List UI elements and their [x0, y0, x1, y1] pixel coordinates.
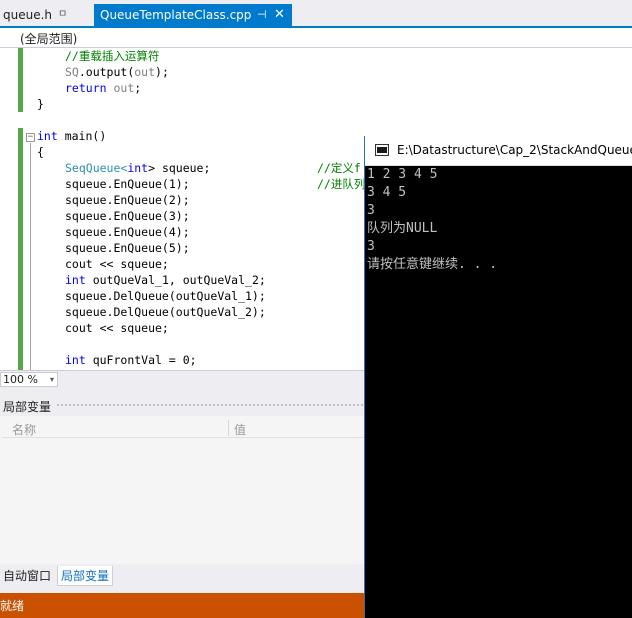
status-text: 就绪 [0, 599, 25, 613]
column-divider[interactable] [228, 420, 229, 436]
console-icon [375, 144, 389, 156]
locals-column-header: 名称 值 [2, 418, 368, 438]
status-bar: 就绪 [0, 593, 370, 618]
tab-label: queue.h [3, 8, 53, 22]
code-line: squeue.DelQueue(outQueVal_1); [65, 289, 266, 303]
code-line: { [37, 145, 44, 159]
code-line: squeue.EnQueue(2); [65, 193, 190, 207]
chevron-down-icon: ▾ [49, 375, 54, 384]
code-line: squeue.EnQueue(3); [65, 209, 190, 223]
tab-queue-template-class-cpp[interactable]: QueueTemplateClass.cpp ⊣ ✕ [94, 4, 292, 26]
code-line: //重载插入运算符 [65, 49, 160, 63]
changed-lines-marker [18, 128, 23, 370]
code-comment: //定义f [317, 161, 361, 175]
locals-panel: 名称 值 [0, 416, 370, 564]
code-line: squeue.EnQueue(4); [65, 225, 190, 239]
code-line: return out; [65, 81, 142, 95]
console-window[interactable]: E:\Datastructure\Cap_2\StackAndQueue\ 1 … [364, 136, 632, 618]
pin-icon[interactable]: ⊣ [257, 4, 267, 26]
tab-queue-h[interactable]: queue.h ㅁ [0, 4, 86, 26]
console-line: 3 4 5 [367, 185, 407, 200]
panel-title: 局部变量 [3, 400, 52, 414]
close-icon[interactable]: ✕ [274, 4, 285, 26]
tab-locals[interactable]: 局部变量 [57, 566, 114, 586]
console-output: 1 2 3 4 5 3 4 5 3 队列为NULL 3 请按任意键继续. . . [365, 166, 632, 618]
console-line: 队列为NULL [367, 221, 438, 236]
tab-label: QueueTemplateClass.cpp [100, 8, 252, 22]
code-comment: //进队列 [317, 177, 366, 191]
console-line: 请按任意键继续. . . [367, 257, 498, 272]
collapse-icon[interactable]: − [26, 133, 35, 142]
column-name[interactable]: 名称 [12, 421, 36, 438]
scope-navigation-bar: (全局范围) [0, 28, 632, 48]
code-line: cout << squeue; [65, 257, 169, 271]
console-title: E:\Datastructure\Cap_2\StackAndQueue\ [397, 143, 632, 157]
console-line: 1 2 3 4 5 [367, 167, 438, 182]
code-line: squeue.DelQueue(outQueVal_2); [65, 305, 266, 319]
panel-drag-grip[interactable] [56, 403, 366, 408]
visual-studio-window: queue.h ㅁ QueueTemplateClass.cpp ⊣ ✕ (全局… [0, 0, 632, 618]
code-line: SeqQueue<int> squeue; [65, 161, 211, 175]
code-line: cout << squeue; [65, 321, 169, 335]
code-line: squeue.EnQueue(5); [65, 241, 190, 255]
code-line: SQ.output(out); [65, 65, 169, 79]
console-line: 3 [367, 239, 375, 254]
locals-panel-header: 局部变量 [0, 396, 370, 416]
tool-window-tabs: 自动窗口 局部变量 [0, 564, 370, 588]
console-title-bar[interactable]: E:\Datastructure\Cap_2\StackAndQueue\ [365, 136, 632, 166]
zoom-dropdown[interactable]: 100 % ▾ [0, 372, 58, 387]
code-line: } [37, 97, 44, 111]
code-line: int outQueVal_1, outQueVal_2; [65, 273, 266, 287]
zoom-value: 100 % [3, 373, 38, 386]
column-value[interactable]: 值 [234, 421, 246, 438]
pin-icon[interactable]: ㅁ [58, 4, 67, 26]
console-line: 3 [367, 203, 375, 218]
code-line: int quFrontVal = 0; [65, 353, 197, 367]
scope-dropdown[interactable]: (全局范围) [20, 30, 77, 47]
fold-guide [30, 143, 31, 370]
code-line: int main() [37, 129, 107, 143]
code-line: squeue.EnQueue(1); [65, 177, 190, 191]
changed-lines-marker [18, 48, 23, 112]
document-tab-bar: queue.h ㅁ QueueTemplateClass.cpp ⊣ ✕ [0, 0, 632, 28]
tab-autos[interactable]: 自动窗口 [0, 566, 54, 586]
